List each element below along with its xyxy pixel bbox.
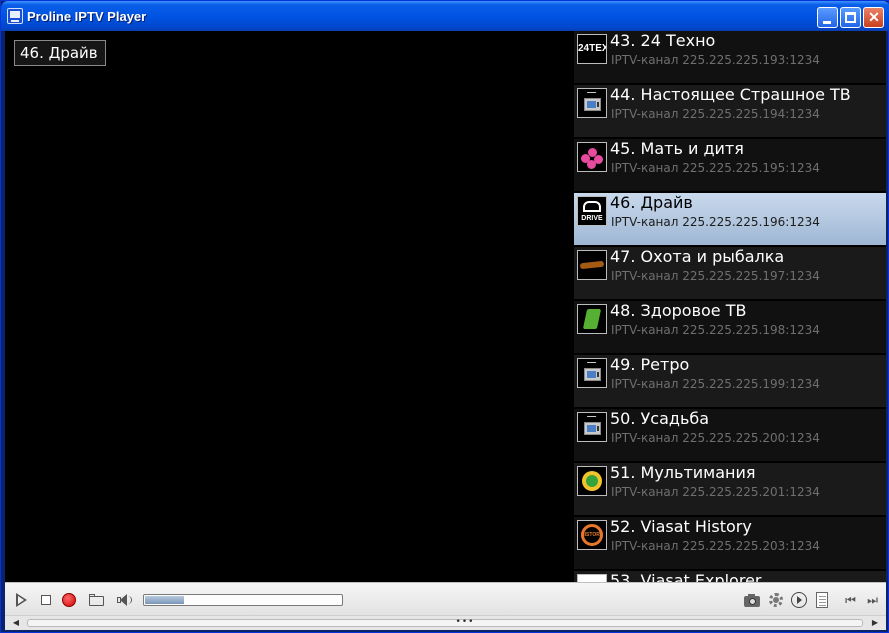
channel-address: IPTV-канал 225.225.225.201:1234: [611, 485, 820, 499]
channel-item[interactable]: 51. Мультимания IPTV-канал 225.225.225.2…: [574, 463, 886, 515]
open-folder-icon[interactable]: [87, 591, 105, 609]
volume-slider[interactable]: [143, 594, 343, 606]
channel-item[interactable]: 49. Ретро IPTV-канал 225.225.225.199:123…: [574, 355, 886, 407]
channel-address: IPTV-канал 225.225.225.203:1234: [611, 539, 820, 553]
next-channel-icon[interactable]: ⏭: [862, 591, 880, 609]
osd-channel-label: 46. Драйв: [14, 40, 106, 66]
channel-item[interactable]: 45. Мать и дитя IPTV-канал 225.225.225.1…: [574, 139, 886, 191]
play-icon[interactable]: [13, 591, 31, 609]
tv-app-icon[interactable]: [7, 8, 23, 24]
close-button[interactable]: ✕: [863, 7, 884, 28]
channel-address: IPTV-канал 225.225.225.193:1234: [611, 53, 820, 67]
volume-icon[interactable]: [115, 591, 133, 609]
previous-channel-icon[interactable]: ⏮: [840, 591, 858, 609]
close-icon: ✕: [868, 9, 880, 25]
video-area[interactable]: 46. Драйв: [5, 31, 574, 582]
channel-item[interactable]: 48. Здоровое ТВ IPTV-канал 225.225.225.1…: [574, 301, 886, 353]
app-window: Proline IPTV Player ✕ 46. Драйв 24TEX 43…: [0, 0, 889, 633]
channel-name: 50. Усадьба: [610, 409, 710, 428]
maximize-icon: [845, 12, 856, 23]
minimize-icon: [823, 21, 831, 24]
channel-item[interactable]: 50. Усадьба IPTV-канал 225.225.225.200:1…: [574, 409, 886, 461]
viasat-explorer-logo: [577, 574, 607, 582]
24tex-logo: 24TEX: [577, 34, 607, 64]
hunting-fishing-logo: [577, 250, 607, 280]
channel-name: 45. Мать и дитя: [610, 139, 744, 158]
snapshot-icon[interactable]: [743, 591, 761, 609]
channel-name: 44. Настоящее Страшное ТВ: [610, 85, 851, 104]
healthy-tv-logo: [577, 304, 607, 334]
settings-icon[interactable]: [767, 591, 785, 609]
channel-address: IPTV-канал 225.225.225.198:1234: [611, 323, 820, 337]
minimize-button[interactable]: [817, 7, 838, 28]
channel-address: IPTV-канал 225.225.225.199:1234: [611, 377, 820, 391]
channel-item[interactable]: 24TEX 43. 24 Техно IPTV-канал 225.225.22…: [574, 31, 886, 83]
channel-address: IPTV-канал 225.225.225.197:1234: [611, 269, 820, 283]
stop-icon[interactable]: [37, 591, 55, 609]
scroll-left-icon[interactable]: ◀: [9, 618, 23, 628]
scroll-right-icon[interactable]: ▶: [868, 618, 882, 628]
mat-i-ditya-logo: [577, 142, 607, 172]
viasat-history-logo: HISTORY: [577, 520, 607, 550]
channel-name: 46. Драйв: [610, 193, 693, 212]
record-icon[interactable]: [60, 591, 78, 609]
tv-icon: [577, 358, 607, 388]
channel-name: 51. Мультимания: [610, 463, 756, 482]
channel-name: 53. Viasat Explorer: [610, 571, 762, 582]
playlist-icon[interactable]: [813, 591, 831, 609]
channel-item-selected[interactable]: DRIVE 46. Драйв IPTV-канал 225.225.225.1…: [574, 193, 886, 245]
channel-name: 47. Охота и рыбалка: [610, 247, 785, 266]
channel-name: 49. Ретро: [610, 355, 690, 374]
channel-item[interactable]: 44. Настоящее Страшное ТВ IPTV-канал 225…: [574, 85, 886, 137]
info-icon[interactable]: [790, 591, 808, 609]
seek-thumb[interactable]: •••: [452, 618, 478, 627]
channel-name: 48. Здоровое ТВ: [610, 301, 747, 320]
channel-address: IPTV-канал 225.225.225.196:1234: [611, 215, 820, 229]
channel-name: 43. 24 Техно: [610, 31, 716, 50]
tv-icon: [577, 412, 607, 442]
multimania-logo: [577, 466, 607, 496]
drive-logo: DRIVE: [577, 196, 607, 226]
channel-name: 52. Viasat History: [610, 517, 752, 536]
channel-address: IPTV-канал 225.225.225.200:1234: [611, 431, 820, 445]
control-toolbar: ⏮ ⏭: [5, 582, 886, 615]
channel-address: IPTV-канал 225.225.225.194:1234: [611, 107, 820, 121]
channel-list[interactable]: 24TEX 43. 24 Техно IPTV-канал 225.225.22…: [574, 31, 886, 582]
channel-item[interactable]: HISTORY 52. Viasat History IPTV-канал 22…: [574, 517, 886, 569]
seek-track[interactable]: •••: [27, 618, 863, 627]
channel-item[interactable]: 53. Viasat Explorer: [574, 571, 886, 582]
volume-level: [145, 596, 184, 604]
title-bar[interactable]: Proline IPTV Player ✕: [1, 1, 889, 31]
tv-icon: [577, 88, 607, 118]
channel-item[interactable]: 47. Охота и рыбалка IPTV-канал 225.225.2…: [574, 247, 886, 299]
window-title: Proline IPTV Player: [27, 9, 147, 24]
seek-strip: ◀ ••• ▶: [5, 615, 886, 630]
maximize-button[interactable]: [840, 7, 861, 28]
channel-address: IPTV-канал 225.225.225.195:1234: [611, 161, 820, 175]
